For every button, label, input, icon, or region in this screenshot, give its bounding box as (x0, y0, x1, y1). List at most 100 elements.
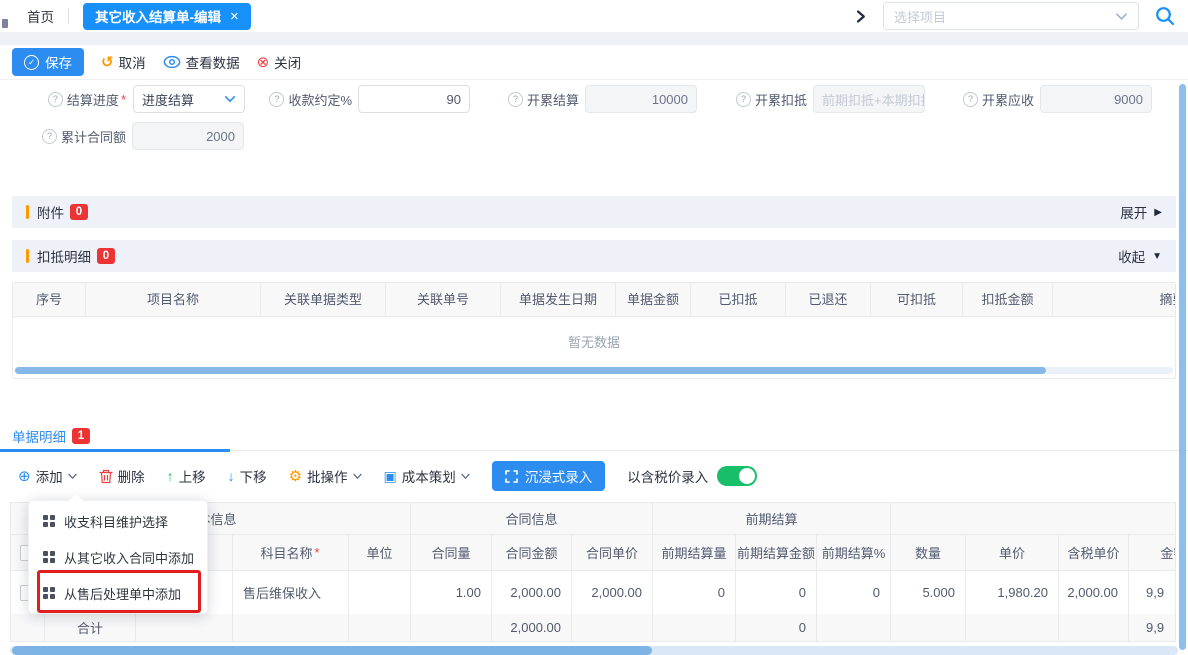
menu-item-3[interactable]: 从售后处理单中添加 (29, 575, 207, 611)
detail-toolbar: ⊕ 添加 删除 ↑ 上移 ↓ 下移 ⚙ 批操作 ▣ 成本策划 沉浸式录入 以含税… (0, 459, 1188, 493)
toggle-knob (739, 468, 755, 484)
column-header-prev-amount: 前期结算金额 (736, 535, 817, 570)
column-header-label: 数量 (915, 543, 941, 562)
delete-button[interactable]: 删除 (99, 466, 145, 486)
column-header-label: 前期结算量 (661, 543, 726, 562)
field-label: 收款约定% (288, 90, 352, 109)
column-header-contract-amount: 合同金额 (492, 535, 572, 570)
total-seq: 合计 (45, 614, 136, 641)
deduction-title: 扣抵明细 (37, 246, 91, 266)
view-data-button[interactable]: 查看数据 (163, 52, 240, 72)
detail-hscrollbar-thumb[interactable] (12, 646, 652, 655)
section-accent-bar (26, 249, 29, 263)
menu-item-2[interactable]: 从其它收入合同中添加 (29, 539, 207, 575)
field-input-payment-pct[interactable]: 90 (358, 85, 470, 113)
batch-ops-button[interactable]: ⚙ 批操作 (289, 466, 362, 486)
select-value: 进度结算 (142, 90, 194, 109)
cell-unit[interactable] (349, 571, 411, 614)
column-header-label: 科目名称 (260, 543, 312, 562)
move-up-button[interactable]: ↑ 上移 (167, 466, 206, 486)
cell-qty[interactable]: 5.000 (891, 571, 966, 614)
cell-prev-pct[interactable]: 0 (817, 571, 891, 614)
arrow-up-icon: ↑ (167, 468, 174, 484)
detail-hscrollbar-track[interactable] (10, 646, 1178, 655)
column-header-contract-qty: 合同量 (411, 535, 492, 570)
tab-home[interactable]: 首页 (27, 6, 54, 26)
attachments-expand-button[interactable]: 展开 ▶ (1120, 202, 1162, 222)
view-data-label: 查看数据 (186, 52, 240, 72)
move-down-button[interactable]: ↓ 下移 (228, 466, 267, 486)
cell-prev-qty[interactable]: 0 (653, 571, 736, 614)
form-row-2: ?累计合同额2000 (0, 122, 1188, 150)
fullscreen-brackets-icon (505, 470, 518, 483)
total-row: 合计2,000.0009,9 (11, 614, 1176, 641)
tabs-overflow-chevron-icon[interactable] (853, 9, 868, 24)
column-header-returned: 已退还 (786, 283, 871, 316)
empty-state: 暂无数据 (13, 317, 1175, 365)
cell-contract-qty[interactable]: 1.00 (411, 571, 492, 614)
cost-plan-label: 成本策划 (402, 466, 456, 486)
cancel-button[interactable]: ↺ 取消 (101, 52, 146, 72)
cell-subject-name[interactable]: 售后维保收入 (233, 571, 349, 614)
column-header-subject-name: 科目名称* (233, 535, 349, 570)
project-select[interactable]: 选择项目 (883, 2, 1139, 30)
deduction-hscrollbar-thumb[interactable] (15, 367, 1046, 374)
settlement-form: ?结算进度*进度结算?收款约定%90?开累结算10000?开累扣抵前期扣抵+本期… (0, 80, 1188, 150)
column-header-label: 单位 (366, 543, 392, 562)
tax-entry-toggle[interactable] (717, 466, 757, 486)
grid-icon (43, 587, 55, 599)
immersive-entry-button[interactable]: 沉浸式录入 (492, 461, 606, 491)
check-circle-icon: ✓ (24, 55, 39, 70)
tab-active-edit[interactable]: 其它收入结算单-编辑 × (83, 3, 251, 30)
field-label: 累计合同额 (61, 127, 126, 146)
triangle-down-icon: ▼ (1152, 251, 1162, 262)
total-unit (349, 614, 411, 641)
cell-prev-amount[interactable]: 0 (736, 571, 817, 614)
menu-item-label: 从其它收入合同中添加 (64, 548, 194, 567)
save-button[interactable]: ✓ 保存 (12, 48, 84, 76)
total-tax-price (1059, 614, 1129, 641)
cost-plan-button[interactable]: ▣ 成本策划 (384, 466, 470, 486)
column-header-contract-price: 合同单价 (572, 535, 653, 570)
close-button[interactable]: ⊗ 关闭 (257, 52, 302, 72)
column-header-amount: 金额 (1129, 535, 1176, 570)
batch-ops-label: 批操作 (307, 466, 348, 486)
deduction-table-header: 序号项目名称关联单据类型关联单号单据发生日期单据金额已扣抵已退还可扣抵扣抵金额摘… (13, 283, 1176, 317)
search-icon[interactable] (1154, 5, 1176, 27)
total-select (11, 614, 45, 641)
arrow-down-icon: ↓ (228, 468, 235, 484)
page-vscrollbar-thumb[interactable] (1179, 84, 1186, 650)
menu-item-1[interactable]: 收支科目维护选择 (29, 503, 207, 539)
total-contract-qty (411, 614, 492, 641)
column-header-label: 前期结算% (822, 543, 886, 562)
column-header-label: 金额 (1160, 543, 1176, 562)
add-button[interactable]: ⊕ 添加 (18, 466, 77, 486)
field-select-settle-progress[interactable]: 进度结算 (133, 85, 245, 113)
deduction-collapse-button[interactable]: 收起 ▼ (1118, 246, 1162, 266)
add-label: 添加 (36, 466, 63, 486)
cell-amount[interactable]: 9,9 (1129, 571, 1176, 614)
field-input-cum-contract: 2000 (132, 122, 244, 150)
add-dropdown-menu: 收支科目维护选择从其它收入合同中添加从售后处理单中添加 (28, 500, 208, 614)
column-header-deducted: 已扣抵 (691, 283, 786, 316)
required-asterisk: * (314, 545, 319, 560)
field-label: 结算进度 (67, 90, 119, 109)
cell-contract-amount[interactable]: 2,000.00 (492, 571, 572, 614)
tab-close-icon[interactable]: × (230, 9, 239, 24)
cell-price[interactable]: 1,980.20 (966, 571, 1059, 614)
column-header-doc-no: 关联单号 (386, 283, 501, 316)
total-subject-name (233, 614, 349, 641)
column-header-unit: 单位 (349, 535, 411, 570)
cell-contract-price[interactable]: 2,000.00 (572, 571, 653, 614)
deduction-count-badge: 0 (97, 248, 115, 264)
deduction-hscrollbar-track[interactable] (15, 367, 1173, 374)
cell-tax-price[interactable]: 2,000.00 (1059, 571, 1129, 614)
expand-label: 展开 (1120, 202, 1147, 222)
detail-count-badge: 1 (72, 428, 90, 444)
move-down-label: 下移 (240, 466, 267, 486)
grid-icon (43, 551, 55, 563)
form-field-cum-settle: ?开累结算10000 (505, 85, 697, 113)
chevron-down-icon (224, 94, 236, 104)
tab-detail-lines[interactable]: 单据明细 (12, 426, 66, 446)
total-amount: 9,9 (1129, 614, 1176, 641)
